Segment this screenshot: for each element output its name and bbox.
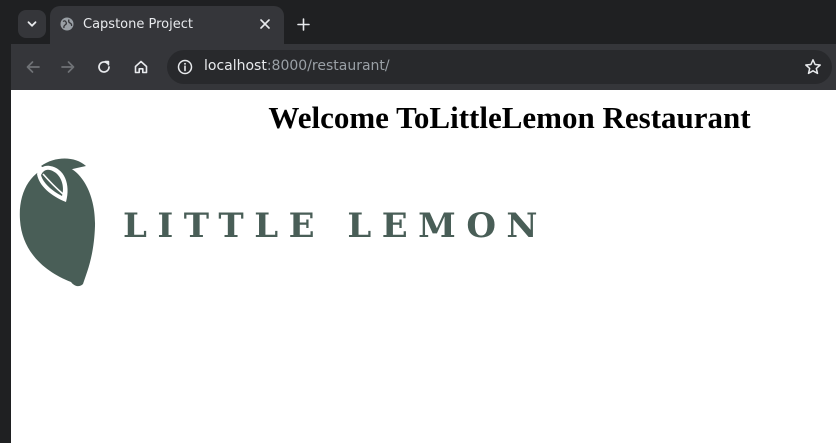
url-host: localhost bbox=[204, 58, 267, 74]
tab-close-button[interactable] bbox=[256, 15, 274, 33]
lemon-logo-icon bbox=[19, 158, 96, 287]
page-title: Welcome ToLittleLemon Restaurant bbox=[268, 100, 751, 135]
brand-wordmark: LITTLE LEMON bbox=[123, 206, 549, 246]
arrow-right-icon bbox=[61, 61, 75, 73]
new-tab-button[interactable] bbox=[292, 13, 314, 35]
home-icon bbox=[134, 60, 148, 74]
bookmark-star-icon[interactable] bbox=[804, 58, 822, 76]
reload-button[interactable] bbox=[93, 56, 115, 78]
browser-toolbar: localhost:8000/restaurant/ bbox=[11, 44, 836, 90]
url-path: :8000/restaurant/ bbox=[266, 58, 390, 74]
plus-icon bbox=[296, 17, 310, 31]
back-button[interactable] bbox=[22, 56, 44, 78]
globe-icon bbox=[60, 17, 74, 31]
tab-strip: Capstone Project bbox=[0, 0, 836, 44]
address-bar[interactable]: localhost:8000/restaurant/ bbox=[167, 50, 832, 84]
tab-search-button[interactable] bbox=[18, 10, 46, 38]
close-icon bbox=[260, 19, 270, 29]
tab-title: Capstone Project bbox=[83, 17, 193, 32]
arrow-left-icon bbox=[26, 61, 40, 73]
home-button[interactable] bbox=[130, 56, 152, 78]
forward-button[interactable] bbox=[57, 56, 79, 78]
page-content: Welcome ToLittleLemon Restaurant LITTLE … bbox=[11, 90, 836, 443]
browser-tab[interactable]: Capstone Project bbox=[50, 6, 284, 44]
url-text: localhost:8000/restaurant/ bbox=[204, 58, 390, 74]
reload-icon bbox=[98, 60, 110, 73]
info-icon[interactable] bbox=[177, 59, 193, 75]
chevron-down-icon bbox=[27, 21, 37, 27]
